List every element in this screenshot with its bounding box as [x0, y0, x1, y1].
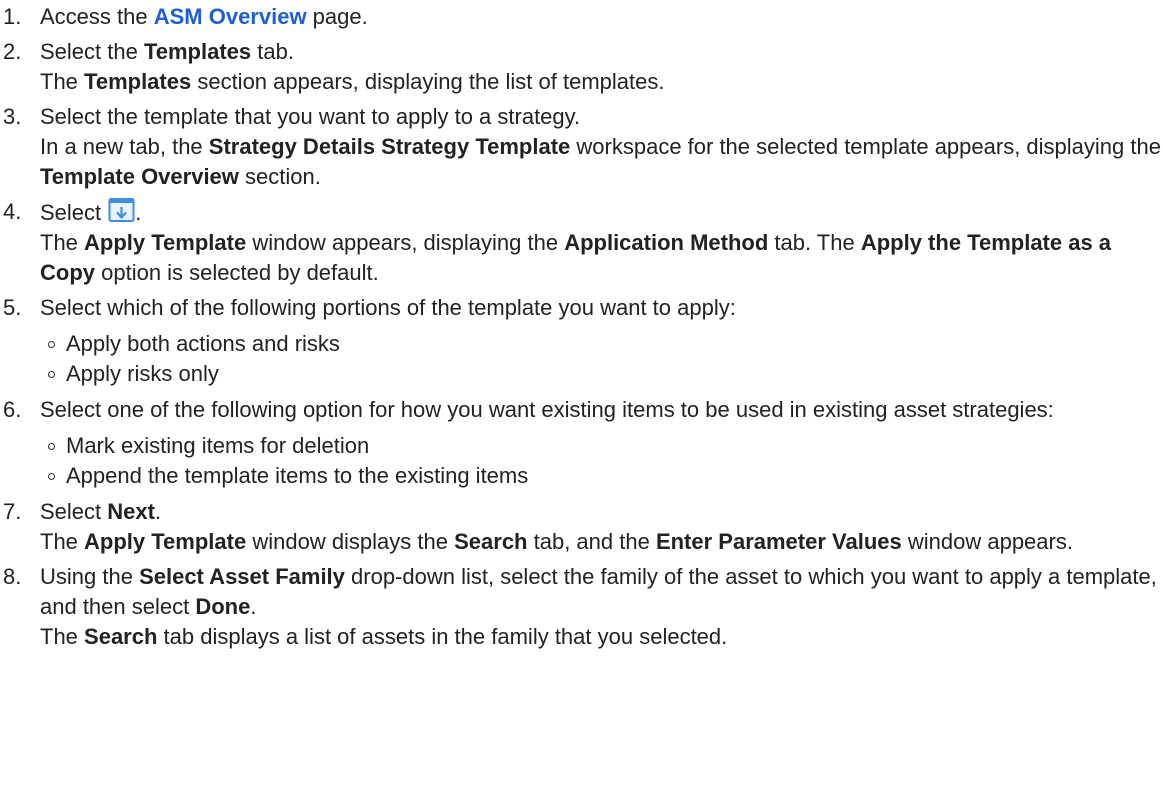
- step-text: Using the Select Asset Family drop-down …: [40, 564, 1157, 619]
- step-5: 5. Select which of the following portion…: [0, 293, 1163, 389]
- step-1: 1. Access the ASM Overview page.: [0, 2, 1163, 32]
- step-number: 1.: [3, 4, 22, 29]
- step-result: The Templates section appears, displayin…: [40, 69, 665, 94]
- step-3: 3. Select the template that you want to …: [0, 102, 1163, 192]
- step-result: The Apply Template window displays the S…: [40, 529, 1073, 554]
- step-8: 8. Using the Select Asset Family drop-do…: [0, 562, 1163, 652]
- step-6: 6. Select one of the following option fo…: [0, 395, 1163, 491]
- bullet-icon: [48, 371, 55, 378]
- procedure-steps: 1. Access the ASM Overview page. 2. Sele…: [0, 0, 1163, 652]
- option-list: Mark existing items for deletion Append …: [40, 431, 1163, 491]
- step-result: The Apply Template window appears, displ…: [40, 230, 1112, 285]
- step-result: In a new tab, the Strategy Details Strat…: [40, 134, 1161, 189]
- option-list: Apply both actions and risks Apply risks…: [40, 329, 1163, 389]
- step-text: Select .: [40, 197, 1163, 228]
- step-number: 8.: [3, 564, 22, 589]
- step-number: 6.: [3, 397, 22, 422]
- bullet-icon: [48, 443, 55, 450]
- step-2: 2. Select the Templates tab. The Templat…: [0, 37, 1163, 97]
- bullet-icon: [48, 473, 55, 480]
- step-number: 5.: [3, 295, 22, 320]
- step-result: The Search tab displays a list of assets…: [40, 624, 728, 649]
- bullet-icon: [48, 341, 55, 348]
- step-text: Select one of the following option for h…: [40, 397, 1054, 422]
- list-item: Apply both actions and risks: [40, 329, 1163, 359]
- step-number: 4.: [3, 199, 22, 224]
- apply-template-icon[interactable]: [108, 197, 135, 224]
- step-4: 4. Select . The Apply Template window ap…: [0, 197, 1163, 288]
- step-text: Select the Templates tab.: [40, 39, 294, 64]
- step-7: 7. Select Next. The Apply Template windo…: [0, 497, 1163, 557]
- step-number: 2.: [3, 39, 22, 64]
- step-text: Select which of the following portions o…: [40, 295, 736, 320]
- step-number: 3.: [3, 104, 22, 129]
- step-text: Select Next.: [40, 499, 162, 524]
- list-item: Mark existing items for deletion: [40, 431, 1163, 461]
- list-item: Apply risks only: [40, 359, 1163, 389]
- step-text: Select the template that you want to app…: [40, 104, 581, 129]
- step-text: Access the ASM Overview page.: [40, 4, 368, 29]
- step-number: 7.: [3, 499, 22, 524]
- list-item: Append the template items to the existin…: [40, 461, 1163, 491]
- asm-overview-link[interactable]: ASM Overview: [154, 4, 307, 29]
